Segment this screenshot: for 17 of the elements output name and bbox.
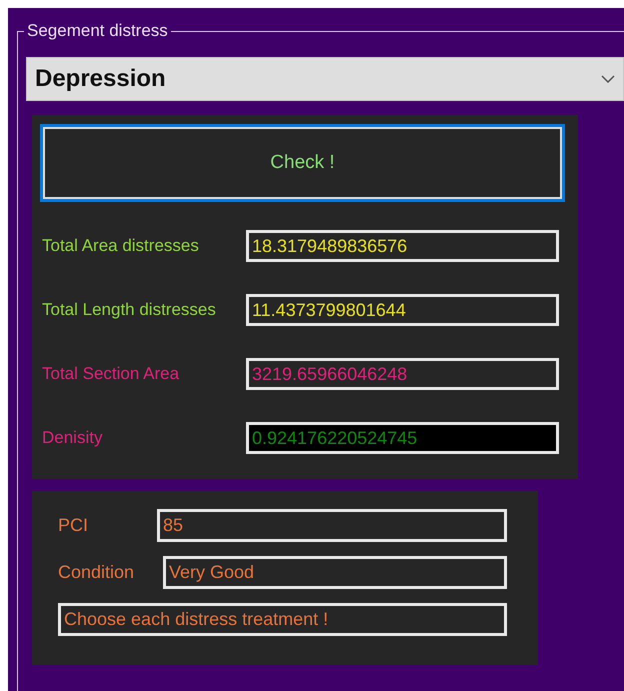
measurement-label: Denisity <box>41 428 104 448</box>
measurement-field[interactable]: 0.924176220524745 <box>246 422 559 454</box>
distress-dropdown[interactable]: Depression <box>26 57 624 101</box>
measurement-label: Total Length distresses <box>41 300 217 320</box>
pci-label: PCI <box>58 515 90 536</box>
group-title: Segement distress <box>24 22 171 40</box>
condition-field[interactable]: Very Good <box>163 556 507 589</box>
chevron-down-icon <box>601 75 615 83</box>
condition-label: Condition <box>58 562 136 583</box>
message-field[interactable]: Choose each distress treatment ! <box>58 603 507 636</box>
measurement-label: Total Area distresses <box>41 236 200 256</box>
measurement-label: Total Section Area <box>41 364 180 384</box>
measurement-field[interactable]: 18.3179489836576 <box>246 230 559 262</box>
measurement-field[interactable]: 3219.65966046248 <box>246 358 559 390</box>
pci-field[interactable]: 85 <box>157 509 507 542</box>
check-button[interactable]: Check ! <box>40 124 565 202</box>
measurement-field[interactable]: 11.4373799801644 <box>246 294 559 326</box>
